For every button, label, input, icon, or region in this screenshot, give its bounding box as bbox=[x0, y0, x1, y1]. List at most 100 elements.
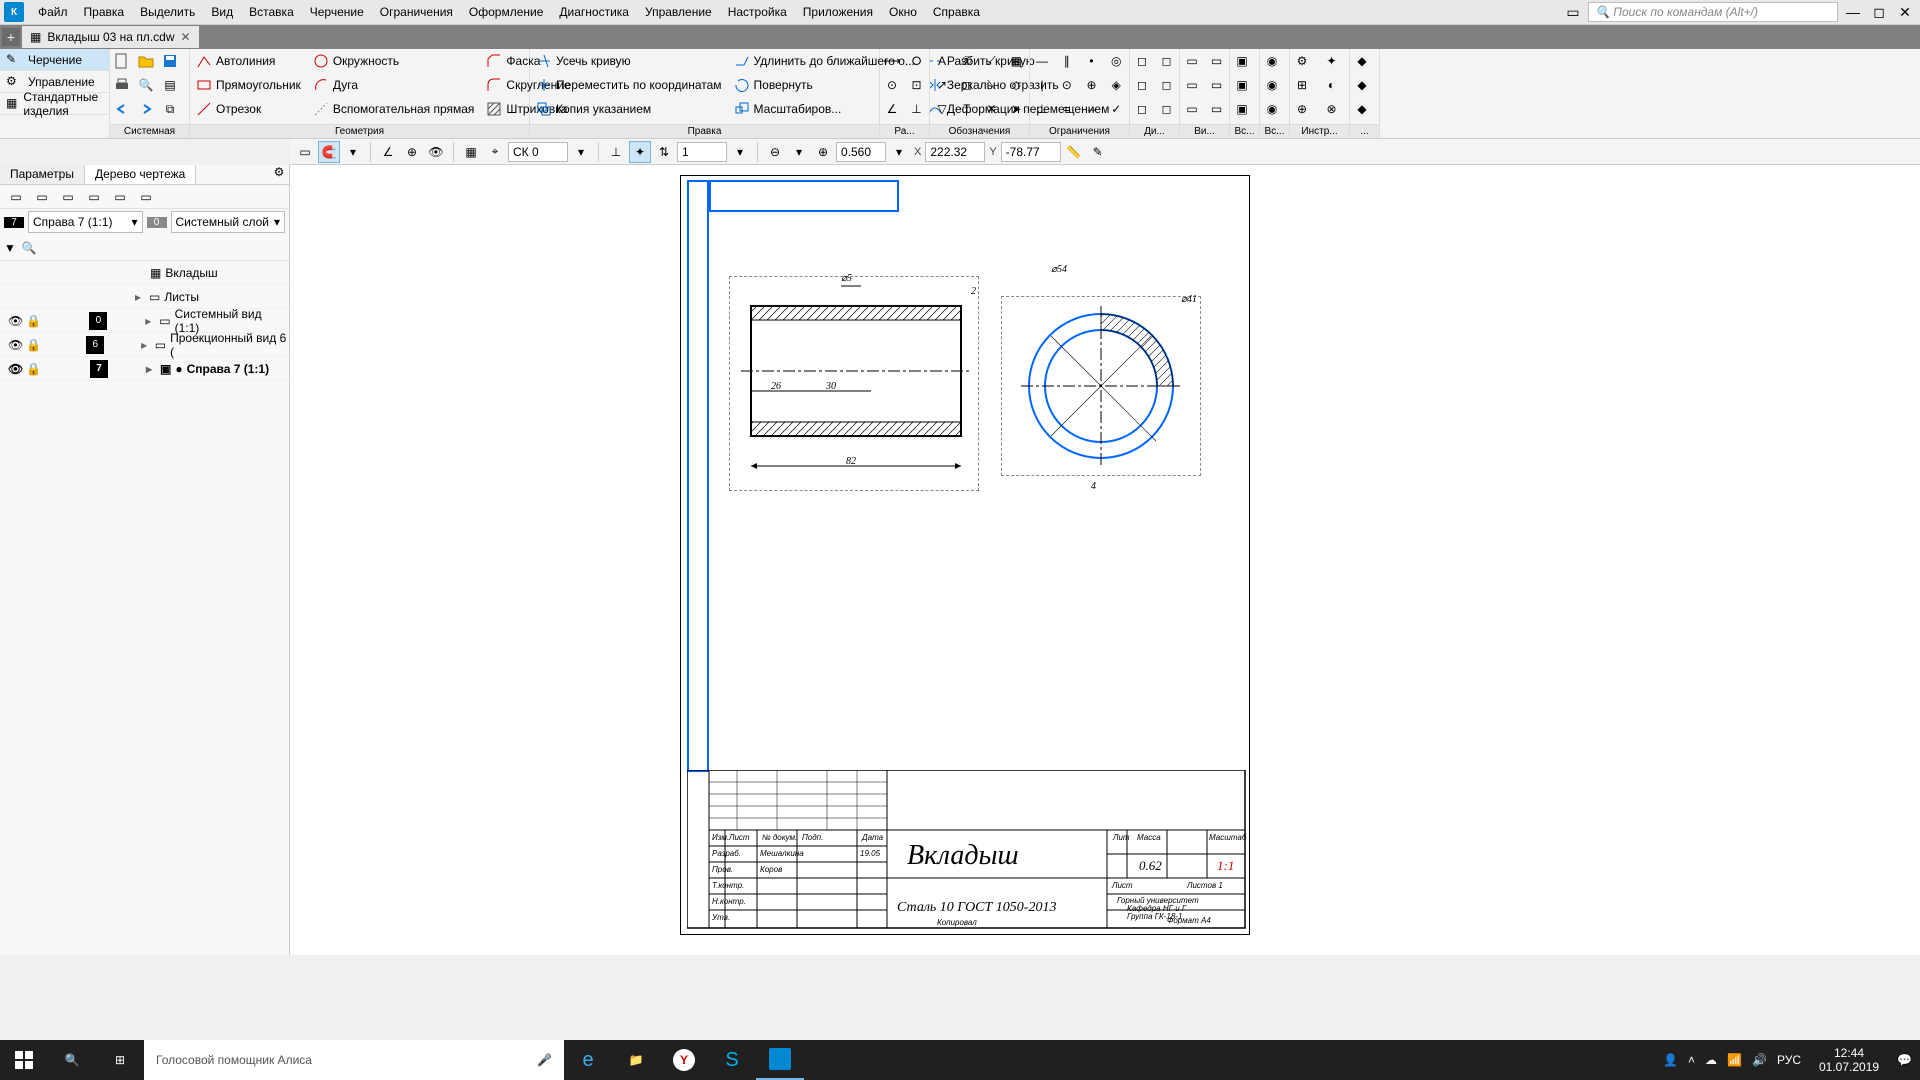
tree-view-row[interactable]: 👁🔒0 ▸▭ Системный вид (1:1) bbox=[0, 309, 289, 333]
v3[interactable]: ▭ bbox=[1180, 97, 1204, 121]
view-combo[interactable]: Справа 7 (1:1)▾ bbox=[28, 211, 143, 233]
clock[interactable]: 12:44 01.07.2019 bbox=[1811, 1046, 1887, 1075]
c-conc-icon[interactable]: ◎ bbox=[1104, 49, 1128, 73]
tray-chevron-icon[interactable]: ˄ bbox=[1688, 1053, 1695, 1067]
kompas-taskbar-icon[interactable] bbox=[756, 1040, 804, 1080]
vb-local[interactable]: ✦ bbox=[629, 141, 651, 163]
start-button[interactable] bbox=[0, 1040, 48, 1080]
leader-icon[interactable]: ↗ bbox=[930, 73, 954, 97]
t4[interactable]: ✦ bbox=[1320, 49, 1344, 73]
edge-icon[interactable]: e bbox=[564, 1040, 612, 1080]
tree-b5[interactable]: ▭ bbox=[108, 185, 132, 209]
zoom-input[interactable] bbox=[836, 142, 886, 162]
vb-dd3[interactable]: ▾ bbox=[729, 141, 751, 163]
tree-b6[interactable]: ▭ bbox=[134, 185, 158, 209]
vb-dd5[interactable]: ▾ bbox=[888, 141, 910, 163]
dim-angular-icon[interactable]: ∠ bbox=[880, 97, 904, 121]
redo-icon[interactable] bbox=[134, 97, 158, 121]
i6[interactable]: ◻ bbox=[1155, 97, 1179, 121]
cs-icon[interactable]: ⌖ bbox=[484, 141, 506, 163]
i5[interactable]: ◻ bbox=[1155, 73, 1179, 97]
panel-gear-icon[interactable]: ⚙ bbox=[269, 165, 289, 184]
visibility-icon[interactable]: 👁 bbox=[8, 314, 22, 328]
tree-b1[interactable]: ▭ bbox=[4, 185, 28, 209]
ins2[interactable]: ▣ bbox=[1230, 73, 1254, 97]
tree-view-row[interactable]: 👁🔒6 ▸▭ Проекционный вид 6 ( bbox=[0, 333, 289, 357]
menu-settings[interactable]: Настройка bbox=[720, 1, 795, 23]
mic-icon[interactable]: 🎤 bbox=[537, 1053, 552, 1067]
surface-icon[interactable]: ▽ bbox=[930, 97, 954, 121]
i3[interactable]: ◻ bbox=[1130, 97, 1154, 121]
maximize-button[interactable]: ◻ bbox=[1868, 3, 1890, 21]
skype-icon[interactable]: S bbox=[708, 1040, 756, 1080]
undo-icon[interactable] bbox=[110, 97, 134, 121]
lang-indicator[interactable]: РУС bbox=[1777, 1053, 1801, 1067]
c-equal-icon[interactable]: = bbox=[1055, 97, 1079, 121]
mark-icon[interactable]: ◇ bbox=[1004, 73, 1028, 97]
menu-view[interactable]: Вид bbox=[203, 1, 241, 23]
props-icon[interactable]: ▤ bbox=[158, 73, 182, 97]
layer-combo[interactable]: Системный слой▾ bbox=[171, 211, 286, 233]
close-button[interactable]: ✕ bbox=[1894, 3, 1916, 21]
vb-1[interactable]: ▭ bbox=[294, 141, 316, 163]
m1[interactable]: ◉ bbox=[1260, 49, 1284, 73]
e1[interactable]: ◆ bbox=[1350, 49, 1374, 73]
text-icon[interactable]: A bbox=[930, 49, 954, 73]
c-vert-icon[interactable]: | bbox=[1030, 73, 1054, 97]
scale-icon[interactable]: ⇅ bbox=[653, 141, 675, 163]
tree-filter[interactable] bbox=[43, 238, 285, 258]
alice-search[interactable]: Голосовой помощник Алиса 🎤 bbox=[144, 1040, 564, 1080]
tab-close-icon[interactable]: ✕ bbox=[181, 30, 191, 44]
c-coinc-icon[interactable]: • bbox=[1080, 49, 1104, 73]
c-tangent-icon[interactable]: ⊙ bbox=[1055, 73, 1079, 97]
vb-eye[interactable]: 👁 bbox=[425, 141, 447, 163]
onedrive-icon[interactable]: ☁ bbox=[1705, 1053, 1717, 1067]
volume-icon[interactable]: 🔊 bbox=[1752, 1053, 1767, 1067]
visibility-icon[interactable]: 👁 bbox=[8, 338, 22, 352]
c-perp-icon[interactable]: ⊥ bbox=[1030, 97, 1054, 121]
expander-icon[interactable]: ▸ bbox=[145, 314, 155, 328]
menu-file[interactable]: Файл bbox=[30, 1, 76, 23]
menu-edit[interactable]: Правка bbox=[76, 1, 133, 23]
weld-icon[interactable]: ⟋ bbox=[980, 49, 1004, 73]
ins1[interactable]: ▣ bbox=[1230, 49, 1254, 73]
vb-picker[interactable]: ✎ bbox=[1087, 141, 1109, 163]
tool-arc[interactable]: Дуга bbox=[307, 73, 481, 97]
t3[interactable]: ⊕ bbox=[1290, 97, 1314, 121]
section-icon[interactable]: ⟍ bbox=[980, 73, 1004, 97]
t5[interactable]: ◐ bbox=[1320, 73, 1344, 97]
menu-help[interactable]: Справка bbox=[925, 1, 988, 23]
menu-constraints[interactable]: Ограничения bbox=[372, 1, 461, 23]
tool-autoline[interactable]: Автолиния bbox=[190, 49, 307, 73]
tool-construction-line[interactable]: Вспомогательная прямая bbox=[307, 97, 481, 121]
drawing-canvas[interactable]: 82 26 30 ⌀5 2 ⌀54 ⌀41 4 bbox=[290, 165, 1920, 955]
v1[interactable]: ▭ bbox=[1180, 49, 1204, 73]
tool-move[interactable]: Переместить по координатам bbox=[530, 73, 728, 97]
x-coord[interactable] bbox=[925, 142, 985, 162]
command-search[interactable]: 🔍 Поиск по командам (Alt+/) bbox=[1588, 2, 1838, 22]
c-auto-icon[interactable]: ✓ bbox=[1104, 97, 1128, 121]
print-icon[interactable] bbox=[110, 73, 134, 97]
v2[interactable]: ▭ bbox=[1180, 73, 1204, 97]
zoom-out-icon[interactable]: ⊖ bbox=[764, 141, 786, 163]
expander-icon[interactable]: ▸ bbox=[135, 290, 145, 304]
tool-copy[interactable]: Копия указанием bbox=[530, 97, 728, 121]
cortana-search-icon[interactable]: 🔍 bbox=[48, 1040, 96, 1080]
wifi-icon[interactable]: 📶 bbox=[1727, 1053, 1742, 1067]
menu-draw[interactable]: Черчение bbox=[302, 1, 372, 23]
c-mid-icon[interactable]: ◈ bbox=[1104, 73, 1128, 97]
i1[interactable]: ◻ bbox=[1130, 49, 1154, 73]
t1[interactable]: ⚙ bbox=[1290, 49, 1314, 73]
v6[interactable]: ▭ bbox=[1205, 97, 1229, 121]
minimize-button[interactable]: — bbox=[1842, 3, 1864, 21]
datum-icon[interactable]: ◻ bbox=[955, 73, 979, 97]
yandex-icon[interactable]: Y bbox=[660, 1040, 708, 1080]
e3[interactable]: ◆ bbox=[1350, 97, 1374, 121]
menu-diag[interactable]: Диагностика bbox=[551, 1, 637, 23]
snap-toggle[interactable]: 🧲 bbox=[318, 141, 340, 163]
menu-layout[interactable]: Оформление bbox=[461, 1, 551, 23]
v4[interactable]: ▭ bbox=[1205, 49, 1229, 73]
i4[interactable]: ◻ bbox=[1155, 49, 1179, 73]
filter-icon[interactable]: ▼ bbox=[4, 241, 16, 255]
ins3[interactable]: ▣ bbox=[1230, 97, 1254, 121]
